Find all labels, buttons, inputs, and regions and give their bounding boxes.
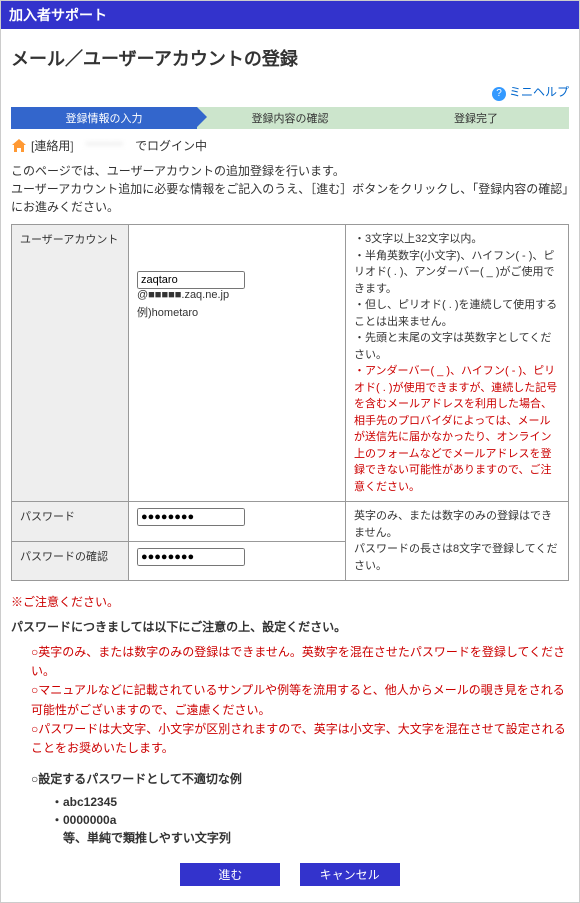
password-desc: 英字のみ、または数字のみの登録はできません。 パスワードの長さは8文字で登録して… [346,502,569,581]
step-2: 登録内容の確認 [197,107,383,129]
header-bar: 加入者サポート [1,1,579,29]
minihelp-link[interactable]: ?ミニヘルプ [492,85,569,99]
password-confirm-label: パスワードの確認 [12,541,129,581]
password-input[interactable] [137,508,245,526]
step-1-label: 登録情報の入力 [66,113,143,125]
button-row: 進む キャンセル [11,863,569,886]
password-confirm-input[interactable] [137,548,245,566]
minihelp-row: ?ミニヘルプ [11,83,569,101]
help-icon: ? [492,87,506,101]
step-3: 登録完了 [383,107,569,129]
account-input-cell: @■■■■■.zaq.ne.jp 例)hometaro [129,225,346,502]
pw-title: パスワードにつきましては以下にご注意の上、設定ください。 [11,618,569,635]
intro-text: このページでは、ユーザーアカウントの追加登録を行います。 ユーザーアカウント追加… [11,162,569,216]
cancel-button[interactable]: キャンセル [300,863,400,886]
account-suffix: @■■■■■.zaq.ne.jp [137,289,229,301]
pw-notes: ○英字のみ、または数字のみの登録はできません。英数字を混在させたパスワードを登録… [11,643,569,758]
pw-note-1: ○英字のみ、または数字のみの登録はできません。英数字を混在させたパスワードを登録… [31,643,569,681]
password-confirm-cell [129,541,346,581]
bad-list: ・abc12345 ・0000000a 等、単純で類推しやすい文字列 [11,793,569,847]
login-status: [連絡用] ******** でログイン中 [11,137,569,154]
account-input[interactable] [137,271,245,289]
intro-line2: ユーザーアカウント追加に必要な情報をご記入のうえ、［進む］ボタンをクリックし、「… [11,180,569,216]
bad-1: ・abc12345 [51,793,569,811]
intro-line1: このページでは、ユーザーアカウントの追加登録を行います。 [11,162,569,180]
minihelp-label: ミニヘルプ [509,85,569,99]
page-title: メール／ユーザーアカウントの登録 [11,45,569,71]
pw-note-2: ○マニュアルなどに記載されているサンプルや例等を流用すると、他人からメールの覗き… [31,681,569,719]
pw-note-3: ○パスワードは大文字、小文字が区別されますので、英字は小文字、大文字を混在させて… [31,720,569,758]
login-prefix: [連絡用] [31,137,74,154]
step-3-label: 登録完了 [454,113,498,125]
bad-2: ・0000000a [51,811,569,829]
login-user: ******** [74,139,135,153]
account-desc: ・3文字以上32文字以内。 ・半角英数字(小文字)、ハイフン( - )、ピリオド… [346,225,569,502]
submit-button[interactable]: 進む [180,863,280,886]
password-label: パスワード [12,502,129,542]
header-title: 加入者サポート [9,7,107,23]
password-input-cell [129,502,346,542]
home-icon [11,138,27,154]
stepper: 登録情報の入力 登録内容の確認 登録完了 [11,107,569,129]
account-label: ユーザーアカウント [12,225,129,502]
step-1: 登録情報の入力 [11,107,197,129]
bad-3: 等、単純で類推しやすい文字列 [51,829,569,847]
account-example: 例)hometaro [137,304,337,320]
bad-title: ○設定するパスワードとして不適切な例 [31,770,569,787]
login-suffix: でログイン中 [135,137,207,154]
form-table: ユーザーアカウント @■■■■■.zaq.ne.jp 例)hometaro ・3… [11,224,569,581]
step-2-label: 登録内容の確認 [252,113,329,125]
note-title: ※ご注意ください。 [11,593,569,610]
